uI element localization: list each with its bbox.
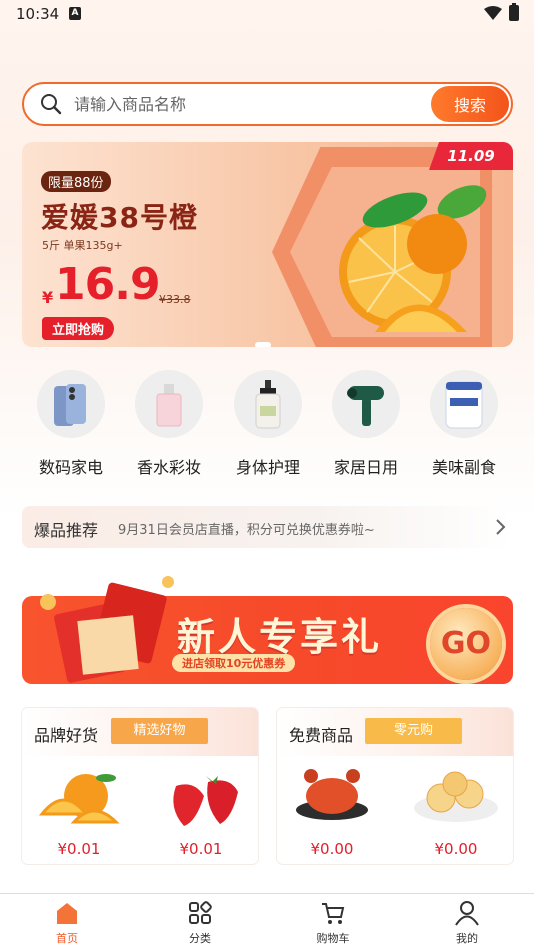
card-title: 品牌好货: [34, 726, 99, 745]
go-button[interactable]: GO: [430, 608, 502, 680]
status-bar: 10:34 A: [0, 0, 534, 28]
crab-product-image: [277, 756, 387, 836]
notice-text: 9月31日会员店直播，积分可兑换优惠券啦~: [118, 523, 375, 538]
buy-now-button[interactable]: 立即抢购: [42, 317, 115, 340]
category-label: 身体护理: [235, 458, 300, 477]
perfume-icon: [135, 370, 203, 438]
product-price: ¥0.00: [310, 840, 354, 858]
category-perfume[interactable]: 香水彩妆: [129, 370, 209, 478]
product-item[interactable]: ¥0.01: [146, 756, 256, 858]
tab-label: 我的: [456, 932, 478, 945]
a-notification-icon: A: [69, 7, 81, 20]
category-label: 美味副食: [431, 458, 496, 477]
new-user-coupon-text: 进店领取10元优惠券: [172, 654, 296, 672]
milk-powder-icon: [430, 370, 498, 438]
phone-icon: [37, 370, 105, 438]
category-digital[interactable]: 数码家电: [31, 370, 111, 478]
banner-product-spec: 5斤 单果135g+: [42, 239, 123, 252]
product-item[interactable]: ¥0.01: [24, 756, 134, 858]
tab-home[interactable]: 首页: [27, 900, 107, 946]
notice-title: 爆品推荐: [34, 521, 99, 540]
home-icon: [57, 903, 77, 924]
tab-category[interactable]: 分类: [160, 900, 240, 946]
red-envelope-gift-icon: [40, 576, 174, 683]
category-icon: [189, 901, 212, 924]
tab-profile[interactable]: 我的: [427, 900, 507, 946]
product-price: ¥0.00: [434, 840, 478, 858]
category-label: 家居日用: [333, 458, 398, 477]
product-item[interactable]: ¥0.00: [401, 756, 511, 858]
banner-price: 16.9: [55, 259, 161, 310]
product-item[interactable]: ¥0.00: [277, 756, 387, 858]
search-input[interactable]: [74, 92, 414, 116]
category-label: 数码家电: [38, 458, 103, 477]
battery-icon: [509, 3, 519, 21]
banner-product-name: 爱媛38号橙: [41, 201, 198, 234]
product-price: ¥0.01: [57, 840, 101, 858]
search-bar[interactable]: 搜索: [22, 82, 513, 126]
promo-banner[interactable]: 11.09 限量88份 爱媛38号橙 5斤 单果135g+ ¥ 16.9 ¥33…: [22, 142, 513, 347]
limit-badge: 限量88份: [41, 171, 111, 192]
wifi-icon: [484, 6, 502, 20]
profile-icon: [455, 901, 479, 926]
chevron-right-icon: [496, 519, 506, 535]
banner-old-price: ¥33.8: [159, 293, 191, 306]
bottom-tab-bar: 首页 分类 购物车 我的: [0, 893, 534, 950]
tab-label: 购物车: [316, 932, 350, 945]
lotion-icon: [234, 370, 302, 438]
tab-cart[interactable]: 购物车: [293, 900, 373, 946]
card-tag[interactable]: 精选好物: [111, 718, 208, 744]
product-price: ¥0.01: [179, 840, 223, 858]
tab-label: 分类: [189, 932, 211, 945]
orange-image: [339, 185, 487, 332]
carousel-dots: [255, 333, 275, 347]
hairdryer-icon: [332, 370, 400, 438]
price-currency: ¥: [42, 288, 54, 307]
new-user-title: 新人专享礼: [177, 615, 383, 659]
pastry-product-image: [401, 756, 511, 836]
carousel-dot-active[interactable]: [255, 342, 271, 347]
banner-date-tag: 11.09: [429, 142, 513, 170]
category-food[interactable]: 美味副食: [424, 370, 504, 478]
cart-icon: [322, 903, 345, 924]
tab-label: 首页: [56, 932, 78, 945]
card-title: 免费商品: [289, 726, 354, 745]
free-goods-card[interactable]: 免费商品 零元购 ¥0.00 ¥0.00: [277, 708, 513, 864]
brand-goods-card[interactable]: 品牌好货 精选好物 ¥0.01 ¥0.01: [22, 708, 258, 864]
card-tag[interactable]: 零元购: [365, 718, 462, 744]
search-button[interactable]: 搜索: [431, 86, 509, 122]
category-body-care[interactable]: 身体护理: [228, 370, 308, 478]
category-label: 香水彩妆: [136, 458, 201, 477]
orange-product-image: [24, 756, 134, 836]
status-time: 10:34: [16, 5, 60, 23]
search-icon: [41, 94, 62, 115]
category-home[interactable]: 家居日用: [326, 370, 406, 478]
new-user-gift-banner[interactable]: 新人专享礼 进店领取10元优惠券 GO: [22, 568, 513, 688]
hot-recommendation-bar[interactable]: 爆品推荐 9月31日会员店直播，积分可兑换优惠券啦~: [22, 506, 513, 548]
strawberry-product-image: [146, 756, 256, 836]
